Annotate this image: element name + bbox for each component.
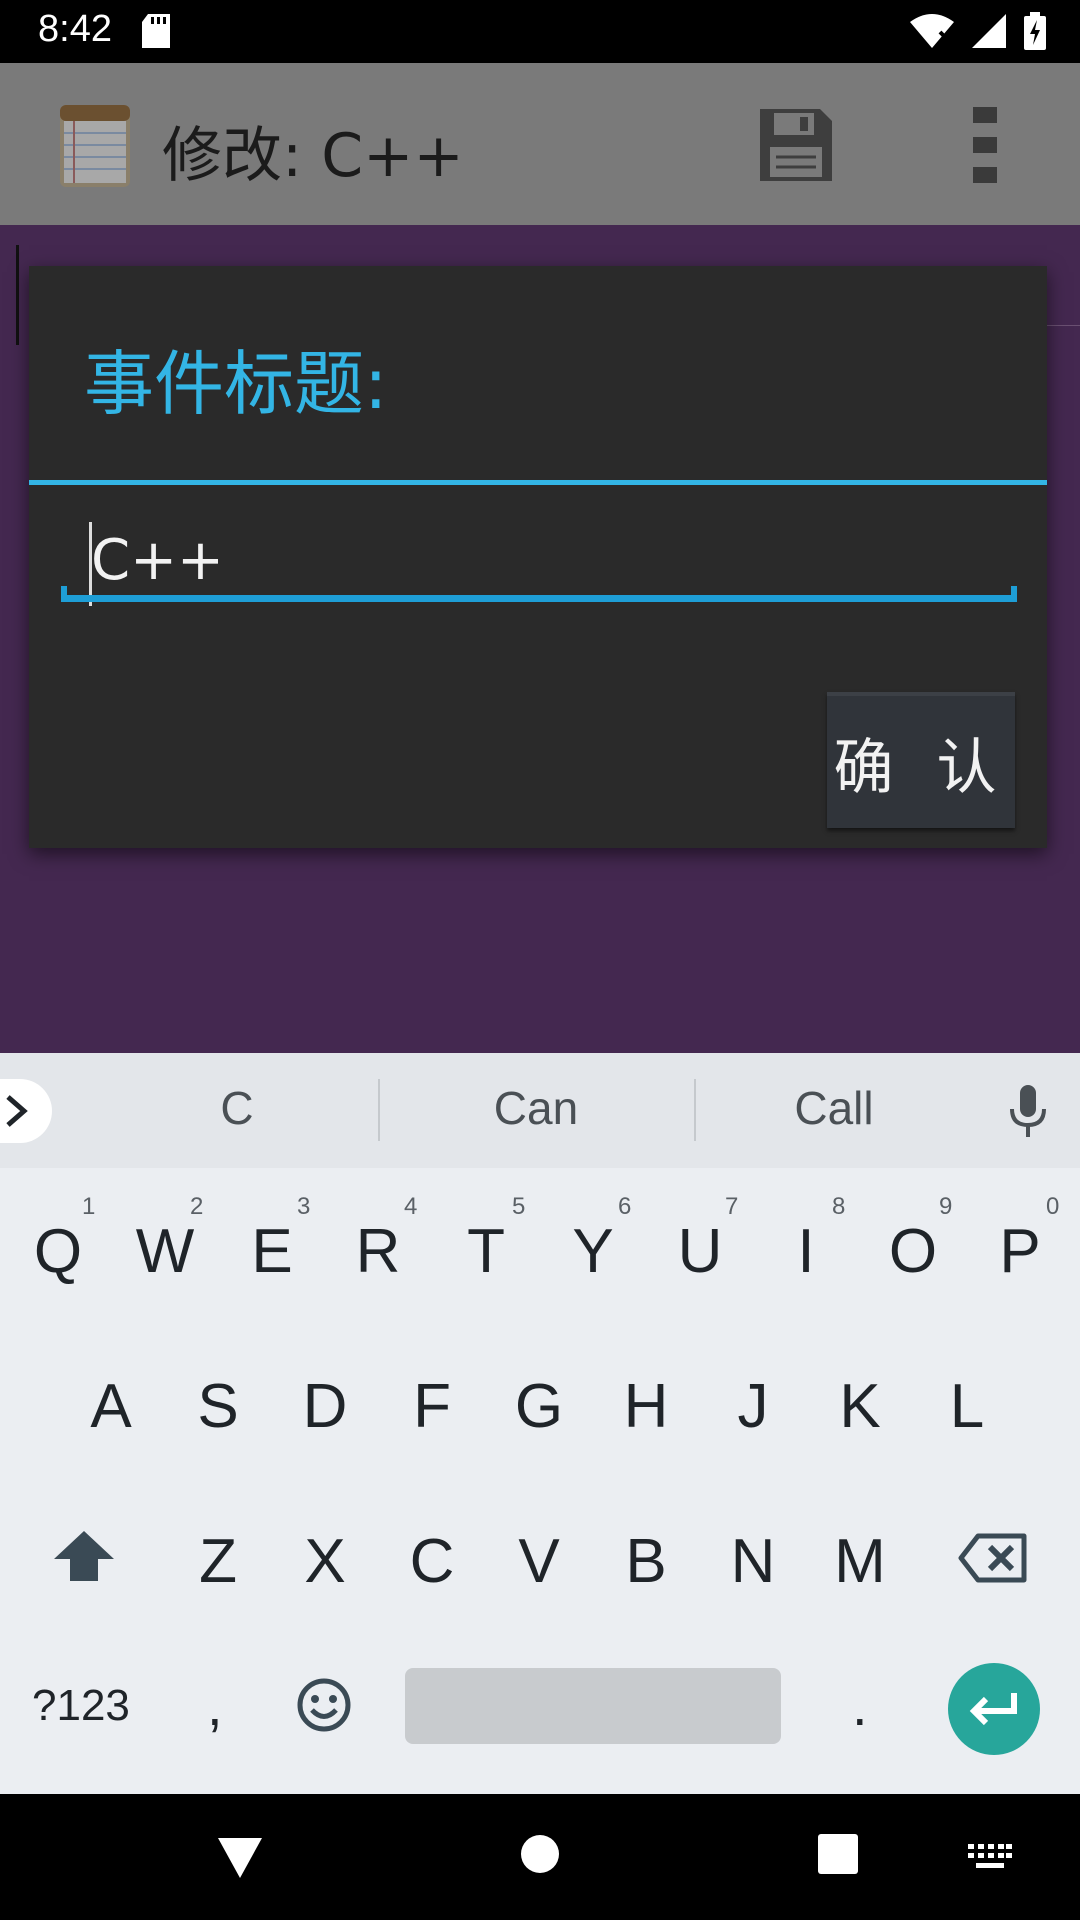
key-hint: 1 (82, 1193, 96, 1220)
dialog-title: 事件标题: (84, 343, 388, 425)
smiley-icon (297, 1678, 351, 1732)
symbols-key[interactable]: ?123 (32, 1681, 130, 1731)
shift-key[interactable] (52, 1529, 116, 1587)
title-input[interactable]: C++ (61, 504, 1017, 606)
key-j[interactable]: J (703, 1371, 803, 1442)
text-cursor (89, 522, 92, 606)
note-line (1045, 325, 1080, 326)
suggestion-divider (378, 1079, 380, 1141)
key-g[interactable]: G (489, 1371, 589, 1442)
key-l[interactable]: L (917, 1371, 1017, 1442)
input-underline (61, 595, 1017, 602)
battery-charging-icon (1024, 12, 1046, 54)
key-r[interactable]: R (328, 1216, 428, 1287)
emoji-key[interactable] (296, 1677, 352, 1737)
confirm-button[interactable]: 确 认 (827, 692, 1015, 828)
key-h[interactable]: H (596, 1371, 696, 1442)
space-key[interactable] (405, 1668, 781, 1744)
key-hint: 9 (939, 1193, 953, 1220)
key-hint: 5 (512, 1193, 526, 1220)
status-time: 8:42 (38, 8, 112, 50)
period-key[interactable]: . (852, 1673, 868, 1738)
navigation-bar (0, 1794, 1080, 1920)
edit-title-dialog: 事件标题: C++ 确 认 (29, 266, 1047, 848)
key-hint: 6 (618, 1193, 632, 1220)
keyboard-switch-icon[interactable] (968, 1844, 1012, 1874)
key-s[interactable]: S (168, 1371, 268, 1442)
key-v[interactable]: V (489, 1526, 589, 1597)
back-icon[interactable] (216, 1836, 264, 1884)
key-p[interactable]: P (970, 1216, 1070, 1287)
overflow-menu-icon[interactable] (972, 105, 998, 189)
microphone-icon[interactable] (1008, 1085, 1048, 1143)
key-n[interactable]: N (703, 1526, 803, 1597)
note-text-cursor (16, 245, 19, 345)
key-u[interactable]: U (650, 1216, 750, 1287)
key-hint: 7 (725, 1193, 739, 1220)
suggestion-1[interactable]: C (87, 1081, 387, 1135)
save-icon[interactable] (760, 109, 832, 185)
cell-signal-icon (972, 14, 1006, 52)
soft-keyboard: C Can Call Q 1 W 2 E 3 R 4 T 5 Y 6 U 7 I… (0, 1053, 1080, 1794)
key-b[interactable]: B (596, 1526, 696, 1597)
key-hint: 2 (190, 1193, 204, 1220)
key-t[interactable]: T (436, 1216, 536, 1287)
key-m[interactable]: M (810, 1526, 910, 1597)
recents-icon[interactable] (818, 1834, 858, 1878)
wifi-icon (910, 14, 954, 52)
enter-return-icon (969, 1693, 1017, 1726)
input-underline-tick (1011, 586, 1017, 602)
input-underline-tick (61, 586, 67, 602)
status-bar: 8:42 (0, 0, 1080, 63)
key-hint: 0 (1046, 1193, 1060, 1220)
key-a[interactable]: A (61, 1371, 161, 1442)
key-d[interactable]: D (275, 1371, 375, 1442)
enter-key[interactable] (948, 1663, 1040, 1755)
key-k[interactable]: K (810, 1371, 910, 1442)
home-icon[interactable] (520, 1834, 560, 1878)
key-w[interactable]: W (115, 1216, 215, 1287)
key-y[interactable]: Y (543, 1216, 643, 1287)
expand-suggestions-button[interactable] (0, 1079, 52, 1143)
suggestion-bar: C Can Call (0, 1053, 1080, 1168)
key-c[interactable]: C (382, 1526, 482, 1597)
key-hint: 8 (832, 1193, 846, 1220)
suggestion-3[interactable]: Call (684, 1081, 984, 1135)
key-hint: 3 (297, 1193, 311, 1220)
key-f[interactable]: F (382, 1371, 482, 1442)
key-i[interactable]: I (756, 1216, 856, 1287)
delete-key[interactable] (958, 1533, 1028, 1587)
app-bar: 修改: C++ (0, 63, 1080, 225)
shift-arrow-icon (54, 1531, 114, 1581)
key-q[interactable]: Q (8, 1216, 108, 1287)
suggestion-2[interactable]: Can (386, 1081, 686, 1135)
key-o[interactable]: O (863, 1216, 963, 1287)
dialog-divider (29, 480, 1047, 485)
backspace-icon (958, 1533, 1027, 1583)
key-z[interactable]: Z (168, 1526, 268, 1597)
chevron-right-icon (6, 1095, 28, 1127)
notepad-app-icon (58, 103, 132, 189)
sd-card-icon (142, 14, 170, 52)
key-e[interactable]: E (222, 1216, 322, 1287)
comma-key[interactable]: , (207, 1673, 223, 1738)
app-title: 修改: C++ (162, 121, 464, 191)
key-x[interactable]: X (275, 1526, 375, 1597)
title-input-value[interactable]: C++ (91, 528, 224, 593)
key-hint: 4 (404, 1193, 418, 1220)
